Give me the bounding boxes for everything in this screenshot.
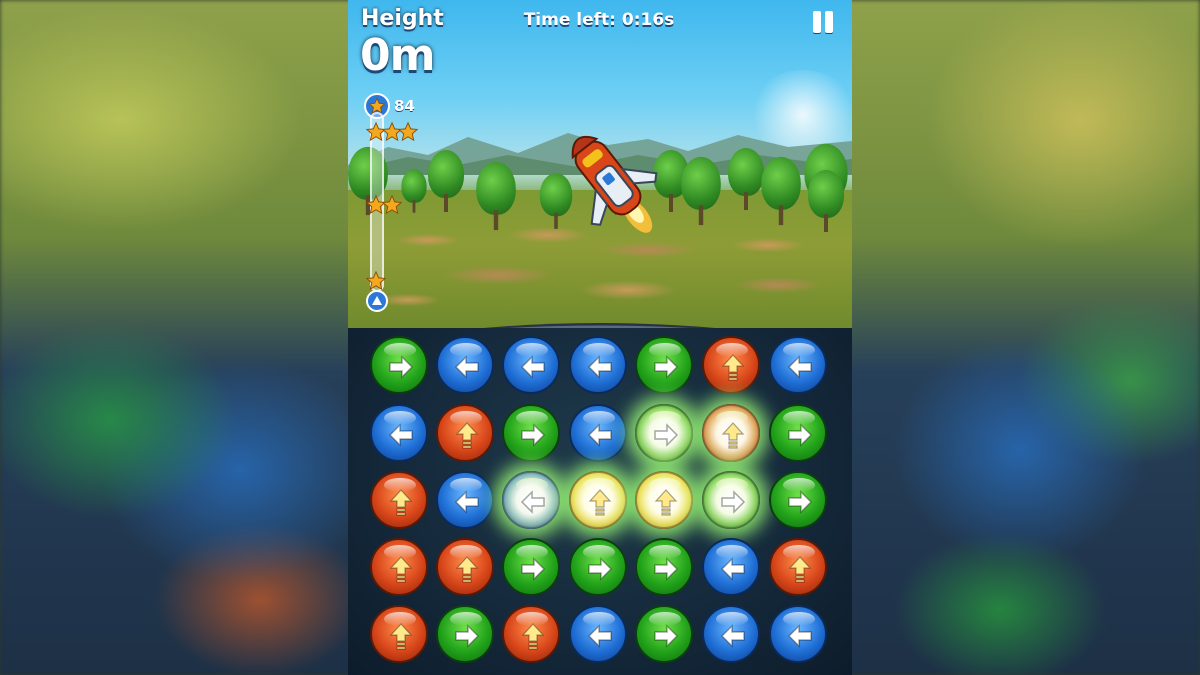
arrow-right-icon xyxy=(788,423,813,447)
arrow-right-icon xyxy=(788,490,813,514)
orb-red[interactable] xyxy=(370,471,428,529)
orb-red[interactable] xyxy=(769,538,827,596)
pause-icon xyxy=(825,11,833,33)
orb-green[interactable] xyxy=(635,538,693,596)
orb-green[interactable] xyxy=(370,336,428,394)
pause-icon xyxy=(813,11,821,33)
height-value: 0m xyxy=(360,30,435,81)
arrow-up-icon xyxy=(588,489,612,516)
orb-green[interactable] xyxy=(502,404,560,462)
arrow-up-icon xyxy=(389,556,413,583)
orb-red[interactable] xyxy=(370,538,428,596)
arrow-right-icon xyxy=(455,624,480,648)
game-viewport: Height 0m Time left: 0:16s 84 xyxy=(348,0,852,675)
orb-blue[interactable] xyxy=(502,471,560,529)
pause-button[interactable] xyxy=(811,9,837,35)
orb-red[interactable] xyxy=(436,538,494,596)
tree xyxy=(428,150,464,212)
orb-green[interactable] xyxy=(635,336,693,394)
orb-green[interactable] xyxy=(635,605,693,663)
arrow-left-icon xyxy=(787,624,812,648)
arrow-up-icon xyxy=(721,422,745,449)
star-icon xyxy=(381,194,403,216)
orb-red[interactable] xyxy=(702,404,760,462)
arrow-left-icon xyxy=(587,423,612,447)
arrow-left-icon xyxy=(454,490,479,514)
arrow-right-icon xyxy=(521,557,546,581)
arrow-right-icon xyxy=(654,423,679,447)
orb-blue[interactable] xyxy=(569,404,627,462)
arrow-left-icon xyxy=(520,490,545,514)
arrow-right-icon xyxy=(521,423,546,447)
arrow-left-icon xyxy=(388,423,413,447)
arrow-up-icon xyxy=(455,422,479,449)
orb-blue[interactable] xyxy=(569,336,627,394)
arrow-up-icon xyxy=(455,556,479,583)
orb-green[interactable] xyxy=(635,404,693,462)
arrow-right-icon xyxy=(654,557,679,581)
orb-blue[interactable] xyxy=(370,404,428,462)
arrow-right-icon xyxy=(654,355,679,379)
orb-blue[interactable] xyxy=(436,336,494,394)
rocket-icon xyxy=(571,135,658,233)
orb-red[interactable] xyxy=(502,605,560,663)
arrow-right-icon xyxy=(721,490,746,514)
arrow-left-icon xyxy=(520,355,545,379)
orb-red[interactable] xyxy=(436,404,494,462)
time-left: Time left: 0:16s xyxy=(523,10,675,30)
orb-yellow[interactable] xyxy=(569,471,627,529)
orb-blue[interactable] xyxy=(702,605,760,663)
arrow-right-icon xyxy=(389,355,414,379)
orb-red[interactable] xyxy=(702,336,760,394)
orb-yellow[interactable] xyxy=(635,471,693,529)
orb-red[interactable] xyxy=(370,605,428,663)
arrow-left-icon xyxy=(454,355,479,379)
arrow-up-icon xyxy=(521,623,545,650)
arrow-right-icon xyxy=(588,557,613,581)
arrow-up-icon xyxy=(389,623,413,650)
tree xyxy=(476,161,516,231)
tree xyxy=(761,156,801,226)
arrow-right-icon xyxy=(654,624,679,648)
arrow-up-icon xyxy=(389,489,413,516)
star-count: 84 xyxy=(394,97,415,115)
star-icon xyxy=(397,121,419,143)
orb-blue[interactable] xyxy=(502,336,560,394)
tree xyxy=(401,169,427,213)
orb-green[interactable] xyxy=(769,471,827,529)
orb-blue[interactable] xyxy=(436,471,494,529)
tree xyxy=(728,148,764,210)
arrow-up-icon xyxy=(721,354,745,381)
arrow-left-icon xyxy=(587,355,612,379)
sky-scene: Height 0m Time left: 0:16s 84 xyxy=(348,0,852,330)
arrow-left-icon xyxy=(587,624,612,648)
arrow-left-icon xyxy=(787,355,812,379)
match-board xyxy=(348,328,852,675)
orb-green[interactable] xyxy=(502,538,560,596)
tree xyxy=(681,156,721,226)
star-icon xyxy=(365,270,387,292)
arrow-left-icon xyxy=(720,624,745,648)
arrow-up-icon xyxy=(654,489,678,516)
orb-blue[interactable] xyxy=(769,336,827,394)
orb-blue[interactable] xyxy=(569,605,627,663)
height-label: Height xyxy=(361,6,444,31)
arrow-up-icon xyxy=(788,556,812,583)
orb-green[interactable] xyxy=(436,605,494,663)
orb-green[interactable] xyxy=(769,404,827,462)
orb-green[interactable] xyxy=(569,538,627,596)
orb-blue[interactable] xyxy=(769,605,827,663)
orb-blue[interactable] xyxy=(702,538,760,596)
orb-green[interactable] xyxy=(702,471,760,529)
arrow-left-icon xyxy=(720,557,745,581)
tree xyxy=(808,170,844,232)
